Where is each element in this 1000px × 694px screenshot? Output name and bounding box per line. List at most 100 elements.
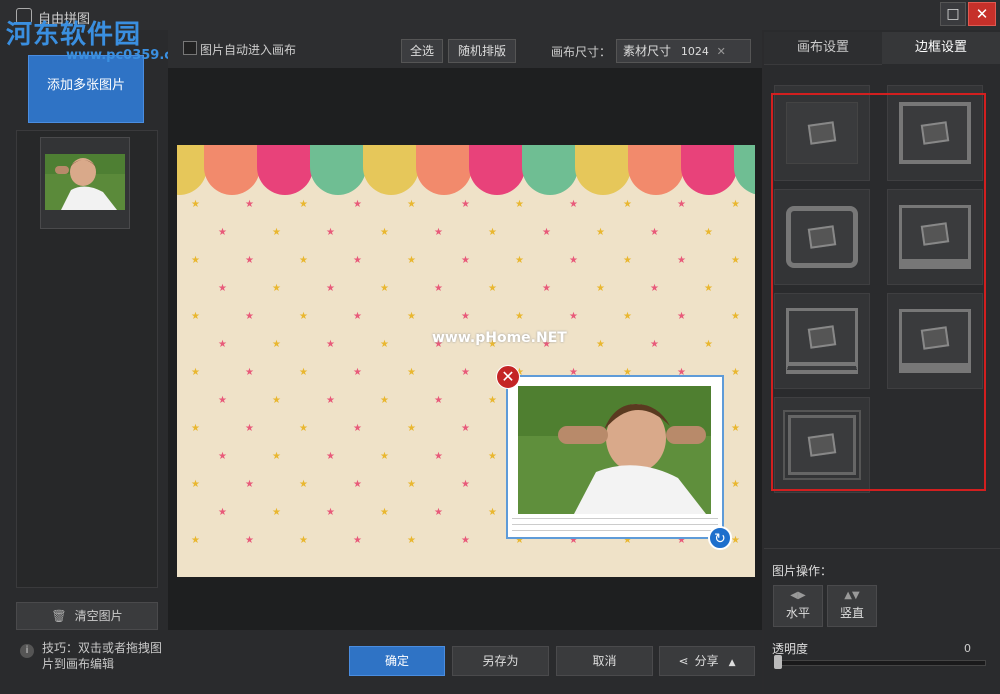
watermark-center: www.pHome.NET xyxy=(432,330,567,346)
canvas-star: ★ xyxy=(353,535,362,546)
watermark-url: www.pc0359.cn xyxy=(66,48,182,63)
maximize-button[interactable]: □ xyxy=(940,2,966,26)
canvas-star: ★ xyxy=(569,255,578,266)
share-button[interactable]: ⋖ 分享 ▲ xyxy=(659,646,755,676)
canvas-star: ★ xyxy=(272,507,281,518)
canvas-star: ★ xyxy=(407,479,416,490)
canvas-star: ★ xyxy=(299,199,308,210)
frame-stripe xyxy=(512,530,718,531)
canvas-star: ★ xyxy=(407,535,416,546)
canvas-star: ★ xyxy=(434,395,443,406)
canvas-scallop xyxy=(177,145,207,195)
canvas-star: ★ xyxy=(326,451,335,462)
canvas-star: ★ xyxy=(461,199,470,210)
canvas-star: ★ xyxy=(731,311,740,322)
canvas-star: ★ xyxy=(191,367,200,378)
select-all-button[interactable]: 全选 xyxy=(401,39,443,63)
canvas-star: ★ xyxy=(407,199,416,210)
canvas-star: ★ xyxy=(596,339,605,350)
canvas-scallop xyxy=(257,145,313,195)
info-icon: i xyxy=(20,644,34,658)
flip-vertical-icon: ▲▼ xyxy=(844,590,860,601)
close-button[interactable]: ✕ xyxy=(968,2,996,26)
canvas-star: ★ xyxy=(191,255,200,266)
canvas-star: ★ xyxy=(515,311,524,322)
canvas-star: ★ xyxy=(650,283,659,294)
title-bar xyxy=(0,0,1000,30)
canvas-star: ★ xyxy=(191,535,200,546)
canvas-star: ★ xyxy=(515,255,524,266)
canvas-star: ★ xyxy=(245,199,254,210)
canvas-star: ★ xyxy=(272,283,281,294)
canvas-star: ★ xyxy=(272,227,281,238)
tab-border-settings[interactable]: 边框设置 xyxy=(882,32,1000,64)
clear-images-label: 清空图片 xyxy=(74,609,123,623)
canvas-size-select[interactable]: 素材尺寸 1024 ✕ 767 xyxy=(616,39,751,81)
canvas-star: ★ xyxy=(326,283,335,294)
canvas-star: ★ xyxy=(515,199,524,210)
opacity-slider[interactable] xyxy=(776,660,986,666)
size-times: ✕ xyxy=(716,45,726,58)
canvas-scallop xyxy=(734,145,755,195)
canvas-star: ★ xyxy=(407,311,416,322)
frame-selection-highlight xyxy=(771,93,986,491)
canvas-star: ★ xyxy=(353,479,362,490)
canvas-scallop xyxy=(310,145,366,195)
opacity-slider-thumb[interactable] xyxy=(774,655,782,669)
canvas-star: ★ xyxy=(704,339,713,350)
auto-enter-label: 图片自动进入画布 xyxy=(200,43,297,57)
canvas-star: ★ xyxy=(326,395,335,406)
flip-vertical-button[interactable]: ▲▼ 竖直 xyxy=(827,585,877,627)
canvas-star: ★ xyxy=(353,199,362,210)
canvas-scallop xyxy=(204,145,260,195)
canvas-star: ★ xyxy=(704,283,713,294)
canvas-star: ★ xyxy=(326,227,335,238)
rotate-photo-button[interactable]: ↻ xyxy=(708,526,732,550)
cancel-button[interactable]: 取消 xyxy=(556,646,653,676)
remove-photo-button[interactable]: ✕ xyxy=(496,365,520,389)
divider xyxy=(764,548,1000,549)
canvas-star: ★ xyxy=(299,535,308,546)
trash-icon: 🗑 xyxy=(51,609,67,623)
flip-horizontal-label: 水平 xyxy=(785,606,810,620)
canvas-star: ★ xyxy=(326,507,335,518)
clear-images-button[interactable]: 🗑 清空图片 xyxy=(16,602,158,630)
placed-photo xyxy=(518,386,711,514)
canvas-star: ★ xyxy=(488,227,497,238)
tab-canvas-settings[interactable]: 画布设置 xyxy=(764,32,882,65)
flip-horizontal-icon: ◀▶ xyxy=(790,590,806,601)
canvas-star: ★ xyxy=(245,479,254,490)
canvas-scallop xyxy=(416,145,472,195)
canvas-star: ★ xyxy=(434,227,443,238)
canvas-star: ★ xyxy=(461,311,470,322)
canvas-star: ★ xyxy=(488,507,497,518)
thumbnail-photo xyxy=(45,154,125,210)
canvas-star: ★ xyxy=(461,479,470,490)
confirm-button[interactable]: 确定 xyxy=(349,646,445,676)
canvas-star: ★ xyxy=(542,283,551,294)
canvas-scallop xyxy=(469,145,525,195)
thumbnail-item[interactable] xyxy=(40,137,130,229)
canvas-star: ★ xyxy=(299,367,308,378)
canvas-star: ★ xyxy=(434,451,443,462)
random-layout-button[interactable]: 随机排版 xyxy=(448,39,516,63)
canvas-star: ★ xyxy=(569,199,578,210)
frame-stripe xyxy=(512,518,718,519)
save-as-button[interactable]: 另存为 xyxy=(452,646,549,676)
add-images-button[interactable]: 添加多张图片 xyxy=(28,55,144,123)
canvas-star: ★ xyxy=(731,367,740,378)
canvas-star: ★ xyxy=(596,283,605,294)
canvas-star: ★ xyxy=(191,311,200,322)
canvas-scallop xyxy=(628,145,684,195)
canvas-star: ★ xyxy=(380,507,389,518)
canvas-star: ★ xyxy=(623,311,632,322)
canvas-star: ★ xyxy=(218,227,227,238)
canvas-star: ★ xyxy=(461,367,470,378)
canvas-star: ★ xyxy=(461,423,470,434)
canvas-star: ★ xyxy=(218,339,227,350)
canvas-star: ★ xyxy=(542,227,551,238)
auto-enter-checkbox[interactable] xyxy=(183,41,197,55)
canvas-star: ★ xyxy=(434,507,443,518)
flip-horizontal-button[interactable]: ◀▶ 水平 xyxy=(773,585,823,627)
opacity-value: 0 xyxy=(964,642,971,655)
